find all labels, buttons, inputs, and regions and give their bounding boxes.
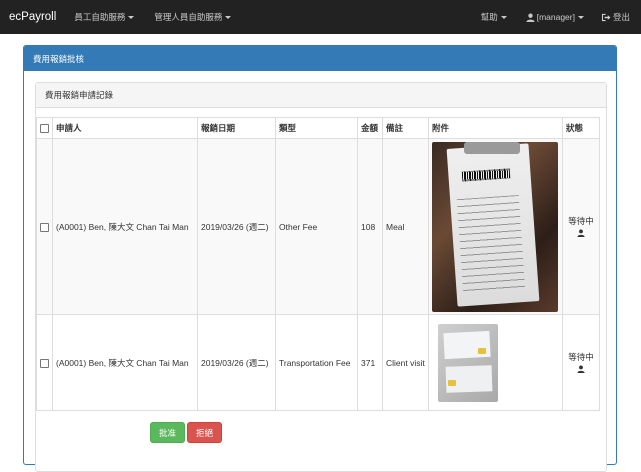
row-select-cell xyxy=(36,314,53,411)
cell-amount: 108 xyxy=(357,138,383,315)
navbar-right: 幫助 [manager] 登出 xyxy=(481,0,641,34)
menu-employee-self-service-label: 員工自助服務 xyxy=(74,12,126,22)
row-checkbox[interactable] xyxy=(40,222,49,232)
status-text: 等待中 xyxy=(568,215,594,226)
logout-icon xyxy=(601,13,611,21)
user-icon xyxy=(577,364,585,373)
caret-down-icon xyxy=(225,15,232,19)
user-icon xyxy=(526,13,535,22)
cell-type: Other Fee xyxy=(275,138,358,315)
user-label: [manager] xyxy=(536,12,575,22)
cell-date: 2019/03/26 (週二) xyxy=(197,314,276,411)
caret-down-icon xyxy=(500,15,507,19)
row-select-cell xyxy=(36,138,53,315)
select-all-checkbox[interactable] xyxy=(40,124,49,134)
caret-down-icon xyxy=(577,15,584,19)
approve-button[interactable]: 批准 xyxy=(150,422,185,443)
header-status[interactable]: 狀態 xyxy=(562,117,600,139)
logout-label: 登出 xyxy=(612,12,630,22)
header-remark[interactable]: 備註 xyxy=(382,117,429,139)
menu-employee-self-service[interactable]: 員工自助服務 xyxy=(74,11,135,23)
receipt-image[interactable] xyxy=(432,141,558,312)
top-navbar: ecPayroll 員工自助服務 管理人員自助服務 幫助 [manager] 登… xyxy=(0,0,641,34)
receipt-slip xyxy=(445,364,493,393)
reject-button[interactable]: 拒絕 xyxy=(187,422,222,443)
table-row: (A0001) Ben, 陳大文 Chan Tai Man 2019/03/26… xyxy=(36,314,600,411)
cell-attachment xyxy=(428,138,563,315)
header-applicant[interactable]: 申請人 xyxy=(52,117,198,139)
cell-remark: Meal xyxy=(382,138,429,315)
receipt-clip xyxy=(464,141,520,154)
panel-title: 費用報銷批核 xyxy=(24,46,616,71)
expense-records-panel: 費用報銷申請記錄 申請人 報銷日期 類型 金額 備註 附件 狀態 (A0001)… xyxy=(35,82,607,472)
receipt-slip xyxy=(443,330,491,359)
table-row: (A0001) Ben, 陳大文 Chan Tai Man 2019/03/26… xyxy=(36,138,600,315)
status-text: 等待中 xyxy=(568,351,594,362)
cell-status: 等待中 xyxy=(562,314,600,411)
expense-approval-panel: 費用報銷批核 費用報銷申請記錄 申請人 報銷日期 類型 金額 備註 附件 狀態 xyxy=(23,45,617,472)
cell-attachment xyxy=(428,314,563,411)
menu-manager-self-service-label: 管理人員自助服務 xyxy=(154,12,223,22)
table-header-row: 申請人 報銷日期 類型 金額 備註 附件 狀態 xyxy=(36,117,600,139)
expense-records-table: 申請人 報銷日期 類型 金額 備註 附件 狀態 (A0001) Ben, 陳大文… xyxy=(36,117,600,411)
cell-remark: Client visit xyxy=(382,314,429,411)
cell-date: 2019/03/26 (週二) xyxy=(197,138,276,315)
help-menu[interactable]: 幫助 xyxy=(481,11,507,23)
cell-status: 等待中 xyxy=(562,138,600,315)
receipt-sticker xyxy=(478,347,486,354)
row-checkbox[interactable] xyxy=(40,358,49,368)
cell-applicant: (A0001) Ben, 陳大文 Chan Tai Man xyxy=(52,138,198,315)
user-icon xyxy=(577,228,585,237)
select-all-cell xyxy=(36,117,53,139)
header-amount[interactable]: 金額 xyxy=(357,117,383,139)
cell-type: Transportation Fee xyxy=(275,314,358,411)
receipt-image[interactable] xyxy=(438,323,498,402)
subpanel-title: 費用報銷申請記錄 xyxy=(36,83,606,108)
receipt-lines xyxy=(456,194,526,294)
cell-amount: 371 xyxy=(357,314,383,411)
help-label: 幫助 xyxy=(480,12,498,22)
cell-applicant: (A0001) Ben, 陳大文 Chan Tai Man xyxy=(52,314,198,411)
logout-link[interactable]: 登出 xyxy=(601,11,630,23)
menu-manager-self-service[interactable]: 管理人員自助服務 xyxy=(154,11,232,23)
caret-down-icon xyxy=(128,15,135,19)
user-menu[interactable]: [manager] xyxy=(526,12,584,22)
brand-logo[interactable]: ecPayroll xyxy=(9,11,56,23)
receipt-sticker xyxy=(448,379,456,386)
header-attachment[interactable]: 附件 xyxy=(428,117,563,139)
header-date[interactable]: 報銷日期 xyxy=(197,117,276,139)
header-type[interactable]: 類型 xyxy=(275,117,358,139)
